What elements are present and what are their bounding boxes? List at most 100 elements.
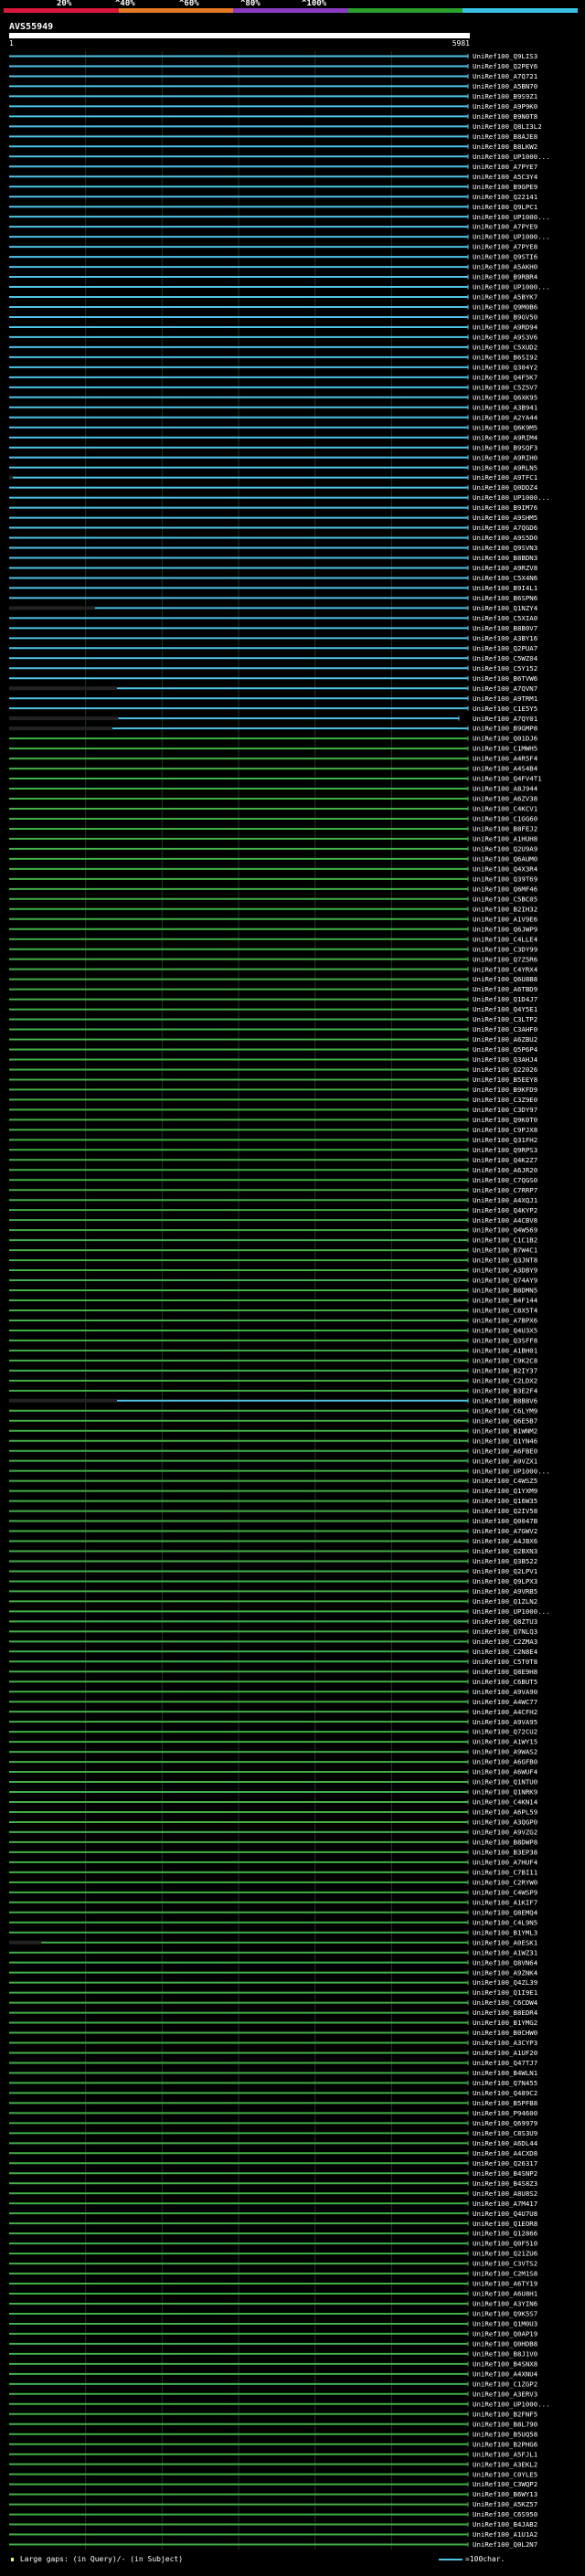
hit-label[interactable]: UniRef100_Q489C2 xyxy=(473,2089,537,2097)
hit-label[interactable]: UniRef100_A6ZBU2 xyxy=(473,1035,537,1044)
hit-label[interactable]: UniRef100_Q9K0T0 xyxy=(473,1116,537,1124)
hit-label[interactable]: UniRef100_C7RRP7 xyxy=(473,1186,537,1194)
hit-label[interactable]: UniRef100_Q4KYP2 xyxy=(473,1206,537,1214)
hit-label[interactable]: UniRef100_B6SI92 xyxy=(473,353,537,361)
hit-label[interactable]: UniRef100_Q9K5S7 xyxy=(473,2310,537,2318)
hit-label[interactable]: UniRef100_A9RIM4 xyxy=(473,433,538,441)
hit-label[interactable]: UniRef100_B4S8Z3 xyxy=(473,2179,537,2188)
hit-label[interactable]: UniRef100_Q9SVN3 xyxy=(473,544,537,552)
hit-label[interactable]: UniRef100_Q39T69 xyxy=(473,875,537,883)
hit-label[interactable]: UniRef100_A6FBE0 xyxy=(473,1447,537,1455)
hit-label[interactable]: UniRef100_A9VA95 xyxy=(473,1718,537,1726)
hit-label[interactable]: UniRef100_Q7N455 xyxy=(473,2079,537,2087)
hit-label[interactable]: UniRef100_B2IH32 xyxy=(473,905,537,913)
hit-label[interactable]: UniRef100_B3E2F4 xyxy=(473,1386,538,1394)
hit-label[interactable]: UniRef100_Q4F5K7 xyxy=(473,373,537,381)
hit-label[interactable]: UniRef100_Q7NLQ3 xyxy=(473,1627,537,1636)
hit-label[interactable]: UniRef100_C5X4N6 xyxy=(473,574,537,582)
hit-label[interactable]: UniRef100_B5UQ58 xyxy=(473,2430,537,2438)
hit-label[interactable]: UniRef100_B9I4L1 xyxy=(473,584,537,592)
hit-label[interactable]: UniRef100_C4WSZ5 xyxy=(473,1477,537,1485)
hit-label[interactable]: UniRef100_Q16W35 xyxy=(473,1497,537,1505)
hit-label[interactable]: UniRef100_A5FJL1 xyxy=(473,2450,537,2458)
hit-label[interactable]: UniRef100_UP1000... xyxy=(473,213,550,221)
hit-label[interactable]: UniRef100_C2RYW0 xyxy=(473,1878,537,1886)
hit-label[interactable]: UniRef100_UP1000... xyxy=(473,153,550,161)
hit-label[interactable]: UniRef100_A6GFB0 xyxy=(473,1758,537,1766)
hit-label[interactable]: UniRef100_Q304Y2 xyxy=(473,363,537,371)
hit-label[interactable]: UniRef100_C2M1S8 xyxy=(473,2270,537,2278)
hit-label[interactable]: UniRef100_Q22026 xyxy=(473,1065,537,1074)
hit-label[interactable]: UniRef100_B2FNF5 xyxy=(473,2410,537,2418)
hit-label[interactable]: UniRef100_B6SPN6 xyxy=(473,594,537,602)
hit-label[interactable]: UniRef100_Q1D4J7 xyxy=(473,995,537,1003)
hit-label[interactable]: UniRef100_A7PYE9 xyxy=(473,223,537,231)
hit-label[interactable]: UniRef100_B8B8V6 xyxy=(473,1396,537,1405)
hit-label[interactable]: UniRef100_B1YML3 xyxy=(473,1928,537,1936)
hit-label[interactable]: UniRef100_B1YMG2 xyxy=(473,2019,537,2027)
hit-label[interactable]: UniRef100_Q9RPS3 xyxy=(473,1146,537,1154)
hit-label[interactable]: UniRef100_A6ZV38 xyxy=(473,795,537,803)
hit-label[interactable]: UniRef100_A4CBV8 xyxy=(473,1216,537,1224)
hit-label[interactable]: UniRef100_B9GV50 xyxy=(473,313,537,322)
hit-label[interactable]: UniRef100_Q9LPX3 xyxy=(473,1577,537,1585)
hit-label[interactable]: UniRef100_Q01DJ6 xyxy=(473,735,537,743)
hit-label[interactable]: UniRef100_UP1000... xyxy=(473,1467,550,1475)
hit-label[interactable]: UniRef100_C3WQP2 xyxy=(473,2480,537,2488)
hit-label[interactable]: UniRef100_B4WLN1 xyxy=(473,2069,537,2077)
hit-label[interactable]: UniRef100_A1BH01 xyxy=(473,1346,537,1354)
hit-label[interactable]: UniRef100_C3VTS2 xyxy=(473,2260,537,2268)
hit-label[interactable]: UniRef100_A1UF20 xyxy=(473,2049,537,2057)
hit-label[interactable]: UniRef100_A1U1A2 xyxy=(473,2530,537,2539)
hit-label[interactable]: UniRef100_Q7Z5R6 xyxy=(473,955,537,963)
hit-label[interactable]: UniRef100_A9WAS2 xyxy=(473,1748,537,1756)
hit-label[interactable]: UniRef100_C3DY97 xyxy=(473,1106,537,1114)
hit-label[interactable]: UniRef100_B8AJE8 xyxy=(473,133,537,141)
hit-label[interactable]: UniRef100_Q1NRK9 xyxy=(473,1788,537,1797)
hit-label[interactable]: UniRef100_A7QGD6 xyxy=(473,524,537,532)
hit-label[interactable]: UniRef100_A7PYE8 xyxy=(473,243,537,251)
hit-label[interactable]: UniRef100_B8BDN3 xyxy=(473,554,537,562)
hit-label[interactable]: UniRef100_A9RD94 xyxy=(473,323,538,332)
hit-label[interactable]: UniRef100_Q9STI6 xyxy=(473,253,537,261)
hit-label[interactable]: UniRef100_A3B941 xyxy=(473,403,537,411)
hit-label[interactable]: UniRef100_Q4ZL39 xyxy=(473,1978,537,1987)
hit-label[interactable]: UniRef100_C6BUT5 xyxy=(473,1678,537,1686)
hit-label[interactable]: UniRef100_A6TBD9 xyxy=(473,985,537,993)
hit-label[interactable]: UniRef100_B2PHG6 xyxy=(473,2440,537,2448)
hit-label[interactable]: UniRef100_C3Z9E0 xyxy=(473,1096,537,1104)
hit-label[interactable]: UniRef100_Q2IV58 xyxy=(473,1507,537,1515)
hit-label[interactable]: UniRef100_UP1000... xyxy=(473,493,550,502)
hit-label[interactable]: UniRef100_A7BPX6 xyxy=(473,1317,537,1325)
hit-label[interactable]: UniRef100_Q2PEY6 xyxy=(473,62,537,70)
hit-label[interactable]: UniRef100_C4WSP9 xyxy=(473,1888,537,1896)
hit-label[interactable]: UniRef100_Q9M0B6 xyxy=(473,303,537,312)
hit-label[interactable]: UniRef100_Q1ZLN2 xyxy=(473,1597,537,1606)
hit-label[interactable]: UniRef100_Q0DDZ4 xyxy=(473,483,538,492)
hit-label[interactable]: UniRef100_B6TVW6 xyxy=(473,674,537,683)
hit-label[interactable]: UniRef100_Q21ZU6 xyxy=(473,2250,537,2258)
hit-label[interactable]: UniRef100_C4YRX4 xyxy=(473,965,538,973)
hit-label[interactable]: UniRef100_A7QVN7 xyxy=(473,684,537,693)
hit-label[interactable]: UniRef100_Q0L2N7 xyxy=(473,2540,537,2549)
hit-label[interactable]: UniRef100_A9VA90 xyxy=(473,1688,537,1696)
hit-label[interactable]: UniRef100_C5WZ04 xyxy=(473,654,538,663)
hit-label[interactable]: UniRef100_Q47TJ7 xyxy=(473,2059,537,2067)
hit-label[interactable]: UniRef100_A9RZV8 xyxy=(473,564,537,572)
hit-label[interactable]: UniRef100_A5C3Y4 xyxy=(473,173,538,181)
hit-label[interactable]: UniRef100_C3LTP2 xyxy=(473,1015,537,1023)
hit-label[interactable]: UniRef100_C4KCV1 xyxy=(473,805,537,813)
hit-label[interactable]: UniRef100_A7PYE7 xyxy=(473,163,537,171)
hit-label[interactable]: UniRef100_A4JBX6 xyxy=(473,1537,537,1545)
hit-label[interactable]: UniRef100_A5AKH0 xyxy=(473,263,537,271)
hit-label[interactable]: UniRef100_A1WY15 xyxy=(473,1738,537,1746)
hit-label[interactable]: UniRef100_Q74AY9 xyxy=(473,1277,537,1285)
hit-label[interactable]: UniRef100_A7M417 xyxy=(473,2200,537,2208)
hit-label[interactable]: UniRef100_A8U8S2 xyxy=(473,2189,537,2198)
hit-label[interactable]: UniRef100_Q1YXM9 xyxy=(473,1487,537,1495)
hit-label[interactable]: UniRef100_A1V9E6 xyxy=(473,915,537,923)
hit-label[interactable]: UniRef100_Q72CU2 xyxy=(473,1728,537,1736)
hit-label[interactable]: UniRef100_Q1NZY4 xyxy=(473,604,538,612)
hit-label[interactable]: UniRef100_A6DL44 xyxy=(473,2139,538,2147)
hit-label[interactable]: UniRef100_C1C1B2 xyxy=(473,1236,537,1245)
